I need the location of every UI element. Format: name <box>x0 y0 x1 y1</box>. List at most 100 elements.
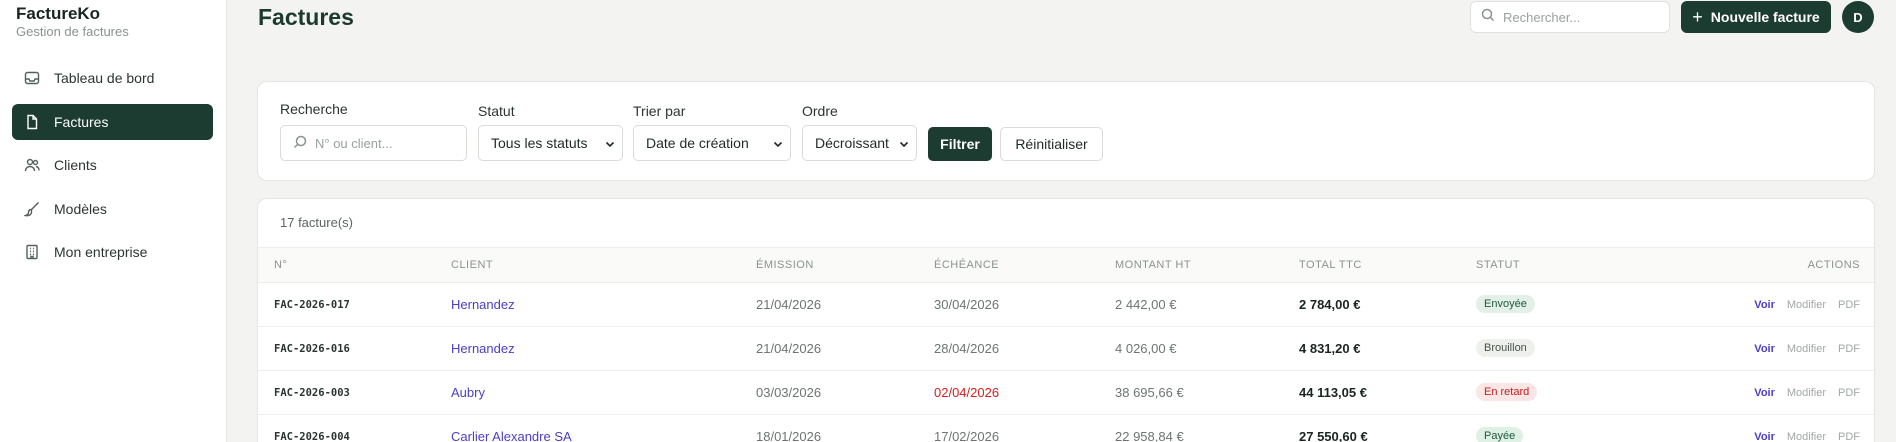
invoice-due-date: 02/04/2026 <box>934 385 1000 400</box>
edit-link[interactable]: Modifier <box>1787 299 1826 311</box>
invoice-amount-ht: 4 026,00 € <box>1115 341 1177 356</box>
invoice-total-ttc: 44 113,05 € <box>1299 385 1367 400</box>
row-actions: Voir Modifier PDF <box>1754 299 1860 311</box>
pdf-link[interactable]: PDF <box>1838 299 1860 311</box>
invoice-amount-ht: 38 695,66 € <box>1115 385 1184 400</box>
global-search[interactable] <box>1470 1 1670 33</box>
invoice-issued-date: 03/03/2026 <box>756 385 822 400</box>
brand[interactable]: FactureKo Gestion de factures <box>16 4 129 40</box>
view-link[interactable]: Voir <box>1754 431 1775 442</box>
chevron-down-icon <box>772 137 784 153</box>
sidebar-item-label: Modèles <box>54 200 107 217</box>
brush-icon <box>24 201 40 217</box>
table-header: N° CLIENT ÉMISSION ÉCHÉANCE MONTANT HT T… <box>258 247 1874 283</box>
invoice-issued-date: 18/01/2026 <box>756 429 822 442</box>
column-header-number: N° <box>274 259 288 271</box>
inbox-icon <box>24 70 40 86</box>
column-header-total-ttc: TOTAL TTC <box>1299 259 1362 271</box>
users-icon <box>24 157 40 173</box>
invoices-table-card: 17 facture(s) N° CLIENT ÉMISSION ÉCHÉANC… <box>257 198 1875 442</box>
column-header-actions: ACTIONS <box>1807 259 1860 271</box>
row-actions: Voir Modifier PDF <box>1754 387 1860 399</box>
sidebar-item-label: Tableau de bord <box>54 70 155 86</box>
column-header-client: CLIENT <box>451 259 494 271</box>
view-link[interactable]: Voir <box>1754 343 1775 355</box>
invoice-issued-date: 21/04/2026 <box>756 297 822 312</box>
order-select-value: Décroissant <box>815 135 889 151</box>
column-header-issued: ÉMISSION <box>756 259 814 271</box>
invoice-amount-ht: 2 442,00 € <box>1115 297 1177 312</box>
edit-link[interactable]: Modifier <box>1787 387 1826 399</box>
search-icon <box>293 135 307 152</box>
sort-select[interactable]: Date de création <box>633 125 791 161</box>
sidebar-item-templates[interactable]: Modèles <box>12 191 213 227</box>
sidebar-item-label: Clients <box>54 157 97 173</box>
invoice-count: 17 facture(s) <box>280 215 353 230</box>
table-row[interactable]: FAC-2026-003 Aubry 03/03/2026 02/04/2026… <box>258 371 1874 415</box>
sidebar: FactureKo Gestion de factures Tableau de… <box>0 0 227 442</box>
invoice-issued-date: 21/04/2026 <box>756 341 822 356</box>
status-select-value: Tous les statuts <box>491 135 588 151</box>
brand-subtitle: Gestion de factures <box>16 24 129 39</box>
building-icon <box>24 244 40 260</box>
chevron-down-icon <box>898 137 910 153</box>
invoice-client-link[interactable]: Hernandez <box>451 341 515 356</box>
order-select[interactable]: Décroissant <box>802 125 917 161</box>
new-invoice-label: Nouvelle facture <box>1710 9 1820 25</box>
invoice-client-link[interactable]: Aubry <box>451 385 485 400</box>
file-icon <box>24 114 40 130</box>
search-icon <box>1481 8 1495 27</box>
edit-link[interactable]: Modifier <box>1787 431 1826 442</box>
row-actions: Voir Modifier PDF <box>1754 343 1860 355</box>
sort-filter-label: Trier par <box>633 103 686 119</box>
chevron-down-icon <box>604 137 616 153</box>
invoice-number: FAC-2026-017 <box>274 299 350 311</box>
status-badge: Brouillon <box>1476 339 1535 357</box>
table-row[interactable]: FAC-2026-016 Hernandez 21/04/2026 28/04/… <box>258 327 1874 371</box>
plus-icon: + <box>1692 6 1703 27</box>
sidebar-item-invoices[interactable]: Factures <box>12 103 213 140</box>
column-header-amount-ht: MONTANT HT <box>1115 259 1192 271</box>
status-badge: En retard <box>1476 383 1538 401</box>
reset-button[interactable]: Réinitialiser <box>1000 127 1103 161</box>
edit-link[interactable]: Modifier <box>1787 343 1826 355</box>
search-filter-label: Recherche <box>280 101 348 117</box>
invoice-amount-ht: 22 958,84 € <box>1115 429 1184 442</box>
status-badge: Payée <box>1476 427 1524 442</box>
invoice-client-link[interactable]: Carlier Alexandre SA <box>451 429 572 442</box>
new-invoice-button[interactable]: + Nouvelle facture <box>1681 1 1831 33</box>
sidebar-item-label: Mon entreprise <box>54 244 148 260</box>
sidebar-item-dashboard[interactable]: Tableau de bord <box>12 60 213 96</box>
view-link[interactable]: Voir <box>1754 387 1775 399</box>
global-search-input[interactable] <box>1503 9 1663 25</box>
pdf-link[interactable]: PDF <box>1838 387 1860 399</box>
invoice-client-link[interactable]: Hernandez <box>451 297 515 312</box>
status-filter-label: Statut <box>478 103 515 119</box>
invoice-total-ttc: 2 784,00 € <box>1299 297 1361 312</box>
column-header-status: STATUT <box>1476 259 1521 271</box>
sidebar-item-company[interactable]: Mon entreprise <box>12 234 213 270</box>
search-filter-input[interactable] <box>315 135 455 151</box>
status-badge: Envoyée <box>1476 295 1535 313</box>
sidebar-item-label: Factures <box>54 113 109 130</box>
page-title: Factures <box>258 4 354 30</box>
brand-name: FactureKo <box>16 4 101 23</box>
invoice-total-ttc: 27 550,60 € <box>1299 429 1368 442</box>
table-row[interactable]: FAC-2026-017 Hernandez 21/04/2026 30/04/… <box>258 283 1874 327</box>
filters-card: Recherche Statut Tous les statuts Trier … <box>257 81 1875 181</box>
status-select[interactable]: Tous les statuts <box>478 125 623 161</box>
avatar[interactable]: D <box>1842 1 1874 33</box>
pdf-link[interactable]: PDF <box>1838 343 1860 355</box>
invoice-due-date: 17/02/2026 <box>934 429 1000 442</box>
column-header-due: ÉCHÉANCE <box>934 259 1000 271</box>
table-row[interactable]: FAC-2026-004 Carlier Alexandre SA 18/01/… <box>258 415 1874 442</box>
pdf-link[interactable]: PDF <box>1838 431 1860 442</box>
view-link[interactable]: Voir <box>1754 299 1775 311</box>
sidebar-item-clients[interactable]: Clients <box>12 147 213 183</box>
sidebar-nav: Tableau de bord Factures Clients Modèles… <box>12 60 213 278</box>
invoice-total-ttc: 4 831,20 € <box>1299 341 1361 356</box>
invoice-due-date: 30/04/2026 <box>934 297 1000 312</box>
search-filter-field[interactable] <box>280 125 467 161</box>
filter-button[interactable]: Filtrer <box>928 127 992 161</box>
order-filter-label: Ordre <box>802 103 838 119</box>
